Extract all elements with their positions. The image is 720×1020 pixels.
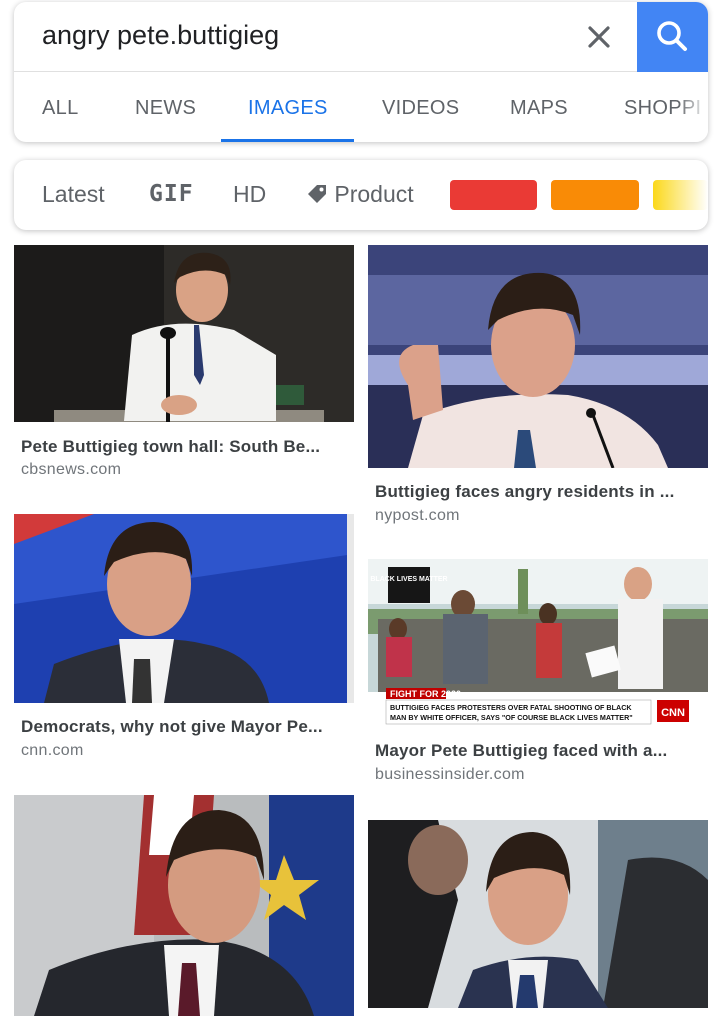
- search-input[interactable]: angry pete.buttigieg: [42, 20, 279, 51]
- result-thumbnail[interactable]: [14, 514, 354, 703]
- color-filter-orange[interactable]: [551, 180, 639, 210]
- banner-line-1: BUTTIGIEG FACES PROTESTERS OVER FATAL SH…: [390, 703, 632, 712]
- search-tabs: ALL NEWS IMAGES VIDEOS MAPS SHOPPI: [14, 73, 708, 142]
- filter-product[interactable]: Product: [306, 181, 414, 208]
- network-logo: CNN: [661, 707, 685, 719]
- result-title[interactable]: Democrats, why not give Mayor Pe...: [21, 717, 323, 737]
- filter-product-label: Product: [334, 181, 414, 207]
- result-title[interactable]: Pete Buttigieg town hall: South Be...: [21, 437, 320, 457]
- tab-all[interactable]: ALL: [42, 97, 79, 120]
- image-result[interactable]: Pete Buttigieg town hall: South Be... cb…: [14, 245, 354, 485]
- result-thumbnail[interactable]: [368, 245, 708, 468]
- tab-maps[interactable]: MAPS: [510, 97, 568, 120]
- filter-hd[interactable]: HD: [233, 181, 266, 208]
- result-title[interactable]: Buttigieg faces angry residents in ...: [375, 482, 675, 502]
- search-button[interactable]: [637, 2, 708, 72]
- image-result[interactable]: Buttigieg faces angry residents in ... n…: [368, 245, 708, 530]
- image-result[interactable]: [368, 820, 708, 1020]
- tab-videos[interactable]: VIDEOS: [382, 97, 459, 120]
- filter-bar: Latest GIF HD Product: [14, 160, 708, 230]
- result-thumbnail[interactable]: [14, 795, 354, 1016]
- search-icon: [657, 21, 687, 51]
- color-filter-yellow[interactable]: [653, 180, 708, 210]
- image-result[interactable]: Democrats, why not give Mayor Pe... cnn.…: [14, 514, 354, 766]
- result-thumbnail[interactable]: BLACK LIVES MATTER FIGHT FOR 2020 BUTTIG…: [368, 559, 708, 728]
- banner-title: FIGHT FOR 2020: [390, 689, 461, 699]
- result-thumbnail[interactable]: [368, 820, 708, 1008]
- result-source: cnn.com: [21, 742, 84, 759]
- close-icon: [588, 26, 610, 48]
- active-tab-indicator: [221, 139, 354, 142]
- tab-news[interactable]: NEWS: [135, 97, 196, 120]
- color-filter-red[interactable]: [450, 180, 537, 210]
- tab-images[interactable]: IMAGES: [248, 97, 328, 120]
- image-result[interactable]: [14, 795, 354, 1020]
- result-source: cbsnews.com: [21, 461, 122, 478]
- clear-button[interactable]: [582, 20, 616, 54]
- image-result[interactable]: BLACK LIVES MATTER FIGHT FOR 2020 BUTTIG…: [368, 559, 708, 789]
- sign-text: BLACK LIVES MATTER: [370, 576, 447, 583]
- filter-latest[interactable]: Latest: [42, 181, 105, 208]
- tab-fade: [678, 73, 708, 142]
- filter-gif[interactable]: GIF: [149, 181, 194, 207]
- banner-line-2: MAN BY WHITE OFFICER, SAYS "OF COURSE BL…: [390, 713, 633, 722]
- result-source: businessinsider.com: [375, 766, 525, 783]
- result-thumbnail[interactable]: [14, 245, 354, 422]
- result-source: nypost.com: [375, 507, 460, 524]
- result-title[interactable]: Mayor Pete Buttigieg faced with a...: [375, 741, 667, 761]
- search-bar: angry pete.buttigieg: [14, 2, 708, 72]
- tag-icon: [308, 185, 326, 203]
- search-card: angry pete.buttigieg ALL NEWS IMAGES VID…: [14, 2, 708, 142]
